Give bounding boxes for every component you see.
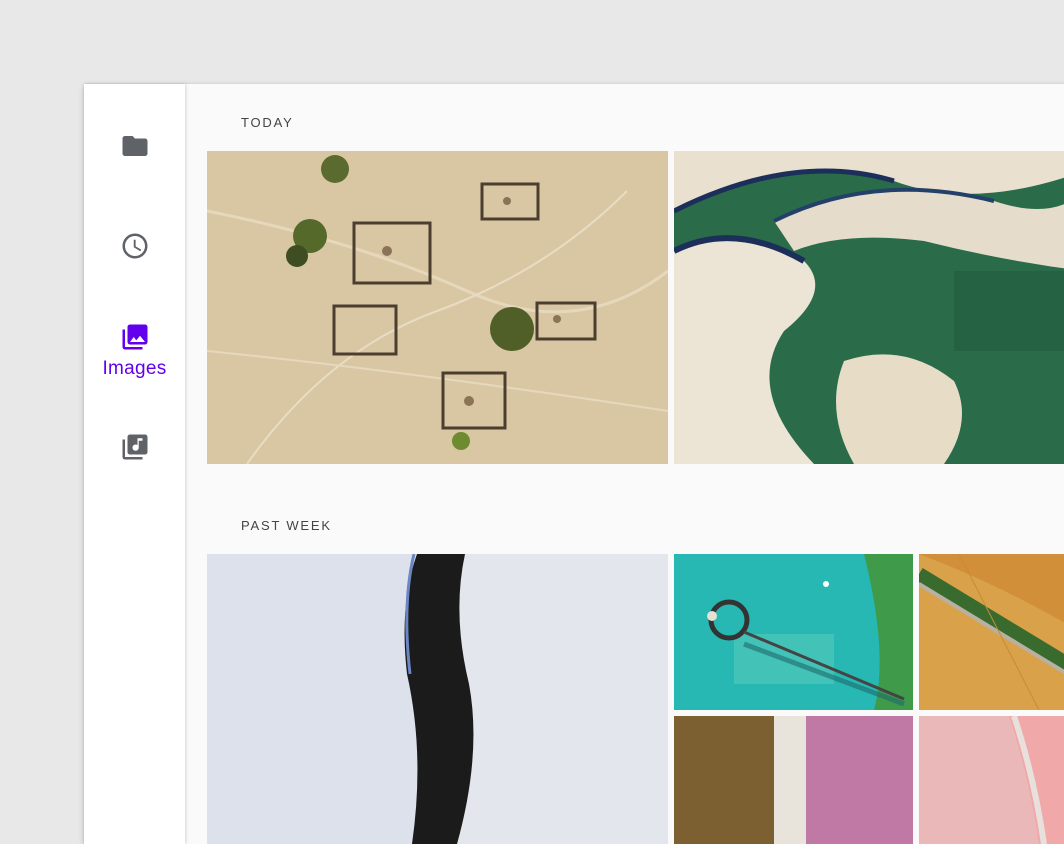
app-window: Images TODAY PAST WEEK — [84, 84, 1064, 844]
photo-wheat-fields-road[interactable] — [919, 554, 1064, 710]
navigation-rail: Images — [84, 84, 185, 844]
photo-turquoise-pier[interactable] — [674, 554, 913, 710]
image-icon — [120, 322, 150, 352]
photo-brown-pink-salt-pond[interactable] — [674, 716, 913, 844]
photo-pink-salt-lake[interactable] — [919, 716, 1064, 844]
music-library-icon — [120, 432, 150, 462]
rail-item-files[interactable] — [84, 111, 185, 181]
section-title-today: TODAY — [241, 115, 294, 130]
folder-icon — [120, 131, 150, 161]
clock-icon — [120, 231, 150, 261]
section-title-past-week: PAST WEEK — [241, 518, 332, 533]
rail-item-music[interactable] — [84, 412, 185, 482]
rail-item-recent[interactable] — [84, 211, 185, 281]
photo-sand-dunes-lagoons[interactable] — [674, 151, 1064, 464]
photo-salt-flat-river[interactable] — [207, 554, 668, 844]
rail-item-images[interactable]: Images — [84, 316, 185, 386]
rail-item-label: Images — [102, 358, 167, 379]
photo-aerial-village[interactable] — [207, 151, 668, 464]
